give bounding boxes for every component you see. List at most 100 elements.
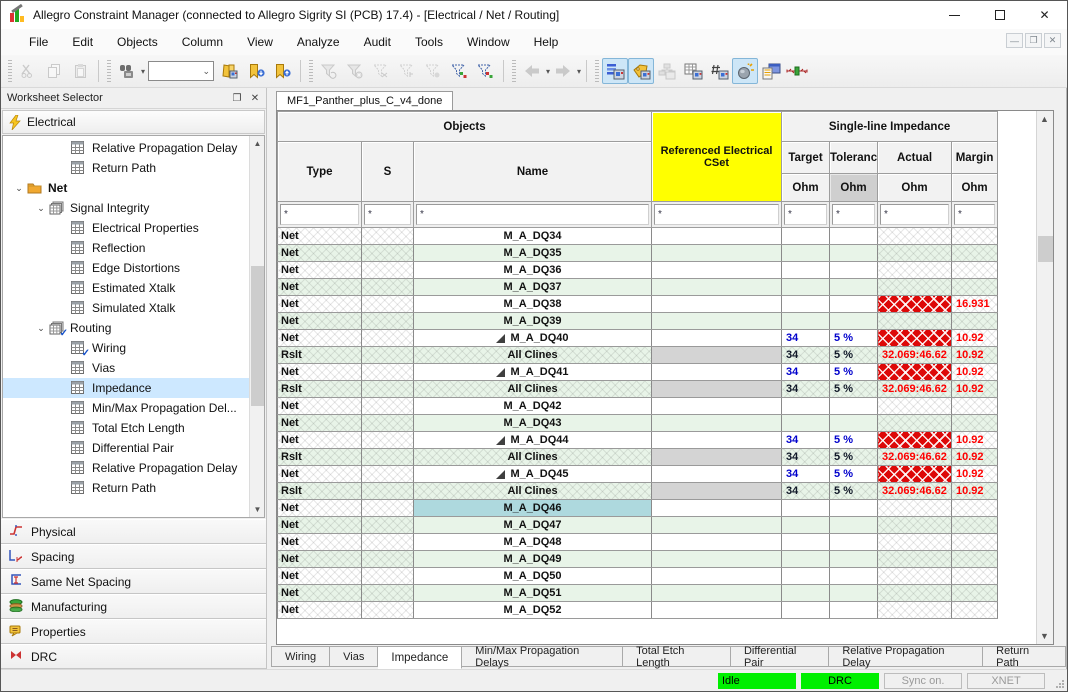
tree-scroll-thumb[interactable]: [251, 266, 264, 406]
target-cell[interactable]: 34: [782, 483, 830, 500]
target-cell[interactable]: 34: [782, 466, 830, 483]
tree-item-estimated-xtalk[interactable]: Estimated Xtalk: [3, 278, 249, 298]
show-values-toggle[interactable]: [706, 58, 732, 84]
tree-item-relative-propagation-delay[interactable]: Relative Propagation Delay: [3, 458, 249, 478]
combobox-dropdown-icon[interactable]: ⌄: [202, 66, 210, 77]
name-cell[interactable]: M_A_DQ51: [414, 585, 652, 602]
referenced-cset-cell[interactable]: [652, 330, 782, 347]
tree-item-net[interactable]: ⌄Net: [3, 178, 249, 198]
name-cell[interactable]: M_A_DQ50: [414, 568, 652, 585]
category-button-spacing[interactable]: Spacing: [1, 544, 266, 569]
referenced-cset-cell[interactable]: [652, 279, 782, 296]
filter-input[interactable]: *: [832, 204, 875, 225]
refresh-filter-button[interactable]: [316, 58, 342, 84]
tolerance-cell[interactable]: 5 %: [830, 347, 878, 364]
tolerance-cell[interactable]: [830, 245, 878, 262]
target-cell[interactable]: 34: [782, 330, 830, 347]
tolerance-cell[interactable]: [830, 551, 878, 568]
search-combobox[interactable]: ⌄: [148, 61, 214, 81]
resize-grip[interactable]: [1056, 680, 1064, 688]
name-cell[interactable]: All Clines: [414, 381, 652, 398]
tree-item-return-path[interactable]: Return Path: [3, 158, 249, 178]
table-scrollbar[interactable]: ▲ ▼: [1036, 111, 1053, 644]
filter-input[interactable]: *: [416, 204, 649, 225]
target-cell[interactable]: [782, 262, 830, 279]
tree-scroll-down-icon[interactable]: ▼: [250, 502, 265, 517]
tolerance-cell[interactable]: [830, 296, 878, 313]
sheet-tab-vias[interactable]: Vias: [330, 646, 378, 667]
tolerance-cell[interactable]: [830, 602, 878, 619]
tolerance-cell[interactable]: [830, 279, 878, 296]
referenced-cset-cell[interactable]: [652, 364, 782, 381]
type-column-header[interactable]: Type: [278, 142, 362, 202]
target-cell[interactable]: 34: [782, 449, 830, 466]
back-button[interactable]: [519, 58, 545, 84]
name-cell[interactable]: All Clines: [414, 449, 652, 466]
name-cell[interactable]: M_A_DQ44: [414, 432, 652, 449]
tree-item-routing[interactable]: ⌄✓Routing: [3, 318, 249, 338]
mdi-restore-button[interactable]: ❐: [1025, 33, 1042, 48]
collapse-filter-button[interactable]: [368, 58, 394, 84]
menu-analyze[interactable]: Analyze: [287, 31, 350, 53]
table-scroll-up-icon[interactable]: ▲: [1036, 111, 1053, 127]
referenced-cset-cell[interactable]: [652, 517, 782, 534]
tolerance-cell[interactable]: 5 %: [830, 432, 878, 449]
target-cell[interactable]: [782, 568, 830, 585]
tolerance-cell[interactable]: 5 %: [830, 364, 878, 381]
referenced-cset-cell[interactable]: [652, 500, 782, 517]
referenced-electrical-cset-header[interactable]: Referenced Electrical CSet: [652, 112, 782, 202]
tree-item-return-path[interactable]: Return Path: [3, 478, 249, 498]
tree-scrollbar[interactable]: ▲ ▼: [249, 136, 264, 517]
filter-cell[interactable]: *: [362, 202, 414, 228]
filter-cell[interactable]: *: [414, 202, 652, 228]
target-column-header[interactable]: Target: [782, 142, 830, 174]
referenced-cset-cell[interactable]: [652, 262, 782, 279]
referenced-cset-cell[interactable]: [652, 228, 782, 245]
sheet-tab-impedance[interactable]: Impedance: [378, 646, 462, 669]
maximize-button[interactable]: [977, 1, 1022, 29]
filter-input[interactable]: *: [954, 204, 995, 225]
tolerance-cell[interactable]: [830, 415, 878, 432]
tree-item-edge-distortions[interactable]: Edge Distortions: [3, 258, 249, 278]
expand-triangle-icon[interactable]: [496, 436, 505, 445]
name-cell[interactable]: M_A_DQ45: [414, 466, 652, 483]
clear-filter-button[interactable]: [342, 58, 368, 84]
filter-cell[interactable]: *: [278, 202, 362, 228]
tolerance-cell[interactable]: 5 %: [830, 449, 878, 466]
objects-group-header[interactable]: Objects: [278, 112, 652, 142]
tolerance-cell[interactable]: [830, 398, 878, 415]
status-sync-on-[interactable]: Sync on.: [884, 673, 962, 689]
tolerance-cell[interactable]: [830, 313, 878, 330]
name-cell[interactable]: M_A_DQ46: [414, 500, 652, 517]
status-xnet[interactable]: XNET: [967, 673, 1045, 689]
referenced-cset-cell[interactable]: [652, 585, 782, 602]
menu-objects[interactable]: Objects: [107, 31, 168, 53]
menu-column[interactable]: Column: [172, 31, 233, 53]
referenced-cset-cell[interactable]: [652, 347, 782, 364]
target-cell[interactable]: [782, 551, 830, 568]
show-objects-toggle[interactable]: [602, 58, 628, 84]
hierarchy-view-toggle[interactable]: [654, 58, 680, 84]
menu-window[interactable]: Window: [457, 31, 520, 53]
category-button-physical[interactable]: Physical: [1, 519, 266, 544]
chevron-down-icon[interactable]: ⌄: [11, 183, 27, 194]
target-cell[interactable]: 34: [782, 381, 830, 398]
show-cset-toggle[interactable]: [628, 58, 654, 84]
tolerance-cell[interactable]: 5 %: [830, 483, 878, 500]
tolerance-cell[interactable]: [830, 500, 878, 517]
referenced-cset-cell[interactable]: [652, 568, 782, 585]
margin-column-header[interactable]: Margin: [952, 142, 998, 174]
expand-triangle-icon[interactable]: [496, 368, 505, 377]
tree-item-min-max-propagation-del-[interactable]: Min/Max Propagation Del...: [3, 398, 249, 418]
referenced-cset-cell[interactable]: [652, 483, 782, 500]
menu-edit[interactable]: Edit: [62, 31, 103, 53]
filter-branch-button[interactable]: [394, 58, 420, 84]
name-cell[interactable]: All Clines: [414, 347, 652, 364]
referenced-cset-cell[interactable]: [652, 449, 782, 466]
document-tab[interactable]: MF1_Panther_plus_C_v4_done: [276, 91, 453, 110]
sheet-tab-return-path[interactable]: Return Path: [983, 646, 1066, 667]
tolerance-cell[interactable]: [830, 585, 878, 602]
tolerance-cell[interactable]: [830, 228, 878, 245]
table-scroll-down-icon[interactable]: ▼: [1036, 628, 1053, 644]
referenced-cset-cell[interactable]: [652, 602, 782, 619]
